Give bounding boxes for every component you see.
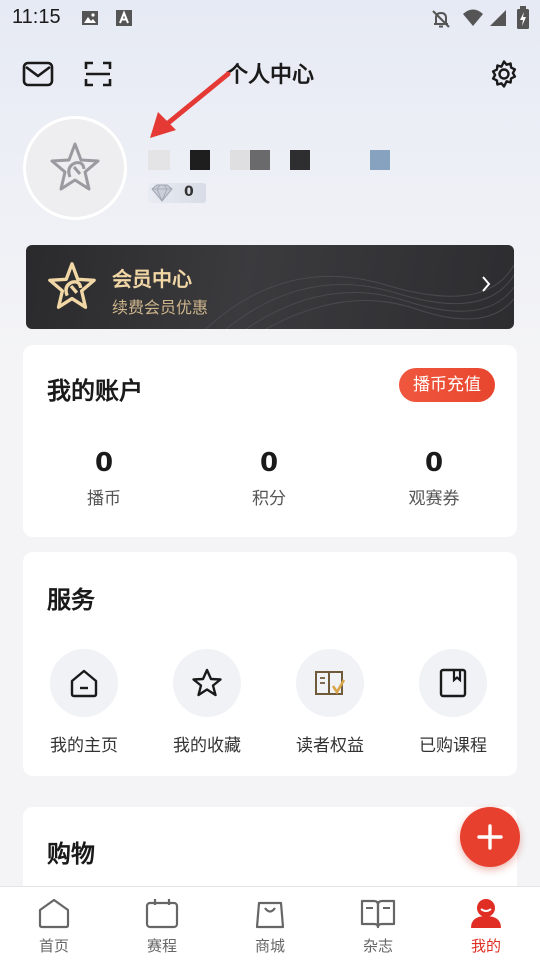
star-icon [192,668,222,697]
cellular-signal-icon [488,8,508,32]
vip-center-card[interactable]: 会员中心 续费会员优惠 [26,245,514,329]
shopping-bag-icon [255,901,285,929]
stat-coins[interactable]: 0 播币 [44,448,164,509]
service-icon-circle [50,649,118,717]
service-label: 我的收藏 [173,736,241,756]
service-icon-circle [419,649,487,717]
mute-icon [430,8,452,34]
service-icon-circle [296,649,364,717]
settings-button[interactable] [486,56,522,92]
service-label: 读者权益 [296,736,364,756]
page-header: 个人中心 [0,44,540,104]
annotation-arrow [150,71,231,138]
chevron-right-icon [480,274,492,298]
image-notification-icon [80,8,100,32]
nav-label: 首页 [38,937,69,955]
service-label: 我的主页 [50,736,118,756]
stat-label: 积分 [252,489,286,509]
service-purchased-courses[interactable]: 已购课程 [398,649,508,756]
shopping-title: 购物 [47,840,95,868]
status-time: 11:15 [12,6,61,28]
services-title: 服务 [47,586,95,614]
reader-rights-icon [315,671,346,695]
services-card: 服务 我的主页 我的收藏 读者权益 已购课程 [23,552,517,776]
stat-label: 播币 [87,489,121,509]
nav-label: 我的 [470,937,501,955]
home-icon [70,669,98,698]
account-card: 我的账户 播币充值 0 播币 0 积分 0 观赛券 [23,345,517,537]
purchased-course-icon [439,668,467,698]
stat-label: 观赛券 [408,489,460,509]
status-bar: 11:15 [0,0,540,36]
level-badge: 0 [148,183,206,203]
diamond-icon [151,184,173,202]
service-label: 已购课程 [419,736,487,756]
vip-subtitle: 续费会员优惠 [112,298,209,317]
stat-value: 0 [259,448,279,478]
vip-star-logo-icon [46,261,98,317]
gear-icon [491,60,517,88]
recharge-button[interactable]: 播币充值 [399,368,495,402]
vip-card-waves [205,264,514,329]
level-count: 0 [184,184,194,200]
plus-icon [477,824,503,850]
wifi-icon [462,8,484,32]
nav-mine[interactable]: 我的 [432,887,540,960]
home-icon [38,898,70,929]
nav-magazine[interactable]: 杂志 [324,887,432,960]
calendar-icon [145,899,179,929]
bottom-navigation: 首页 赛程 商城 杂志 我的 [0,886,540,960]
app-notification-icon [114,8,134,32]
profile-icon [471,899,501,928]
vip-title: 会员中心 [112,267,192,291]
book-icon [360,899,396,929]
service-icon-circle [173,649,241,717]
battery-icon [516,6,530,34]
account-title: 我的账户 [47,377,143,405]
avatar[interactable] [23,116,127,220]
stat-tickets[interactable]: 0 观赛券 [374,448,494,509]
stat-value: 0 [424,448,444,478]
stat-points[interactable]: 0 积分 [209,448,329,509]
nav-schedule[interactable]: 赛程 [108,887,216,960]
service-my-favorites[interactable]: 我的收藏 [152,649,262,756]
nav-label: 商城 [254,937,285,955]
nav-label: 杂志 [362,937,393,955]
service-reader-rights[interactable]: 读者权益 [275,649,385,756]
nav-label: 赛程 [146,937,177,955]
shopping-card: 购物 [23,807,517,897]
nav-home[interactable]: 首页 [0,887,108,960]
stat-value: 0 [94,448,114,478]
create-fab-button[interactable] [460,807,520,867]
page-title: 个人中心 [225,63,314,88]
nav-mall[interactable]: 商城 [216,887,324,960]
service-my-homepage[interactable]: 我的主页 [29,649,139,756]
default-avatar-logo-icon [50,142,100,191]
